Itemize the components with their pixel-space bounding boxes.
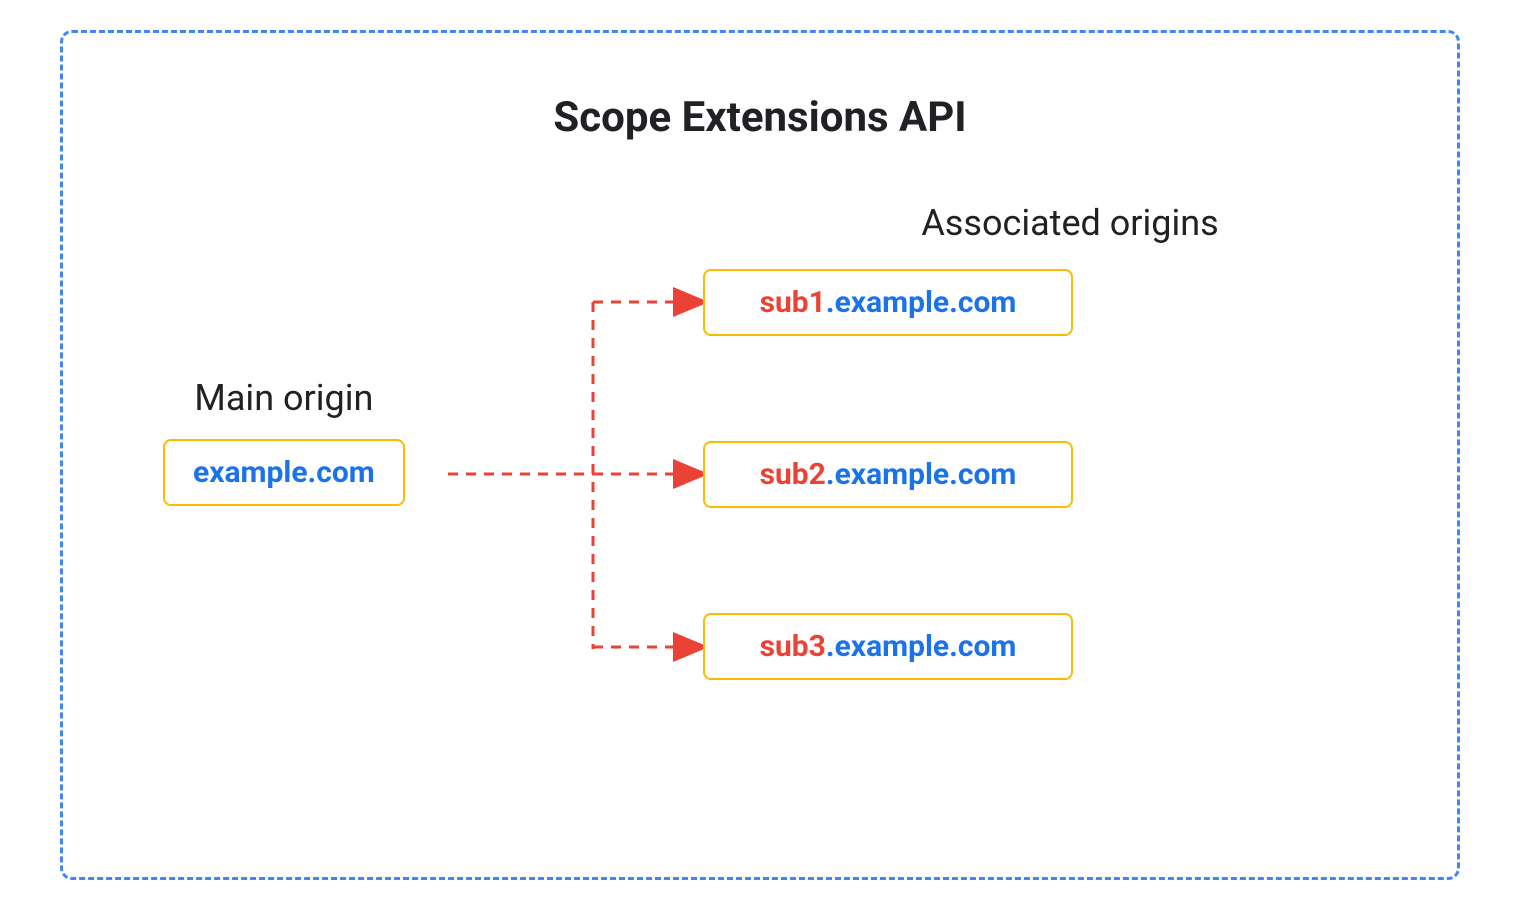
subdomain-prefix: sub3 (760, 629, 826, 664)
connection-arrows (423, 262, 733, 822)
subdomain-prefix: sub2 (760, 457, 826, 492)
domain-suffix: .example.com (826, 629, 1016, 664)
main-origin-box: example.com (163, 439, 405, 506)
domain-suffix: .example.com (826, 285, 1016, 320)
main-origin-label: Main origin (163, 377, 405, 419)
associated-origin-box-1: sub1.example.com (703, 269, 1073, 336)
associated-origin-box-2: sub2.example.com (703, 441, 1073, 508)
associated-origins-section: Associated origins sub1.example.com sub2… (703, 202, 1417, 785)
diagram-title: Scope Extensions API (103, 93, 1417, 142)
associated-origin-box-3: sub3.example.com (703, 613, 1073, 680)
diagram-area: Main origin example.com Associated origi… (103, 202, 1417, 822)
domain-suffix: .example.com (826, 457, 1016, 492)
scope-extensions-container: Scope Extensions API Main origin example… (60, 30, 1460, 880)
main-origin-section: Main origin example.com (163, 377, 405, 506)
subdomain-prefix: sub1 (760, 285, 826, 320)
associated-origins-label: Associated origins (723, 202, 1417, 244)
